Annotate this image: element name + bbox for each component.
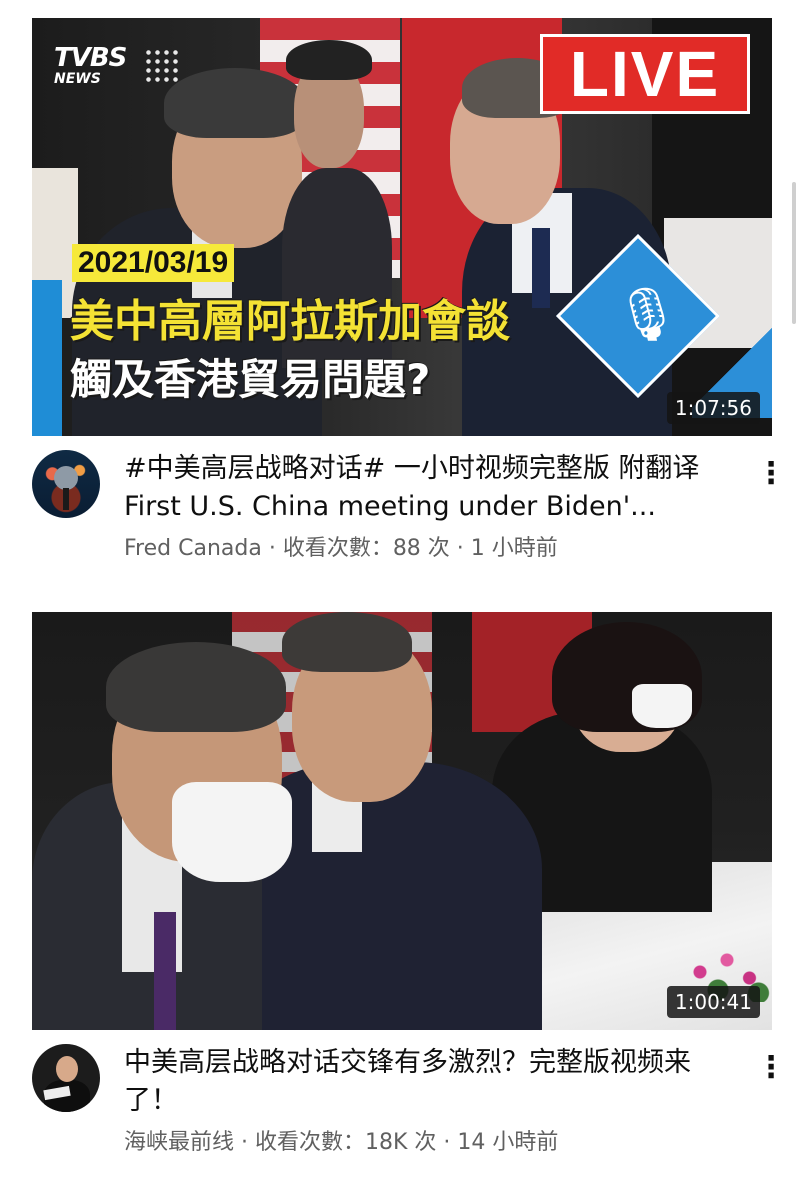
logo-text: TVBS (54, 43, 127, 73)
view-count: 收看次數：88 次 (282, 536, 450, 561)
video-meta: 中美高层战略对话交锋有多激烈？完整版视频来了！ 海峡最前线 · 收看次數：18K… (0, 1044, 802, 1174)
avatar-face (56, 1056, 78, 1082)
channel-name[interactable]: Fred Canada (124, 536, 262, 561)
upload-age: 1 小時前 (470, 536, 558, 561)
logo-dots-icon (144, 48, 182, 86)
duration-badge: 1:00:41 (666, 986, 760, 1018)
live-badge: LIVE (540, 34, 750, 114)
thumbnail-subheadline: 觸及香港貿易問題? (70, 355, 431, 404)
microphone-icon: 🎙 (614, 285, 681, 345)
video-title[interactable]: 中美高层战略对话交锋有多激烈？完整版视频来了！ (124, 1044, 730, 1120)
video-subline: 海峡最前线 · 收看次數：18K 次 · 14 小時前 (124, 1128, 730, 1158)
separator: · (234, 1130, 255, 1155)
channel-name[interactable]: 海峡最前线 (124, 1130, 234, 1155)
date-tag: 2021/03/19 (72, 244, 235, 282)
video-feed: TVBS NEWS LIVE 2021/03/19 🎙 美中高層阿拉斯加會談 觸… (0, 0, 802, 1200)
duration-badge: 1:07:56 (666, 392, 760, 424)
more-options-icon[interactable]: ⋮ (756, 454, 786, 494)
video-title[interactable]: #中美高层战略对话# 一小时视频完整版 附翻译 First U.S. China… (124, 450, 730, 526)
separator: · (436, 1130, 458, 1155)
more-options-icon[interactable]: ⋮ (756, 1048, 786, 1088)
avatar-microphone-stand (63, 488, 69, 510)
avatar-microphone-icon (54, 466, 78, 490)
logo-subtext: NEWS (54, 71, 101, 87)
upload-age: 14 小時前 (457, 1130, 559, 1155)
video-subline: Fred Canada · 收看次數：88 次 · 1 小時前 (124, 534, 730, 564)
separator: · (449, 536, 471, 561)
banner-accent (32, 280, 62, 436)
video-thumbnail[interactable]: 1:00:41 (32, 612, 772, 1030)
view-count: 收看次數：18K 次 (255, 1130, 437, 1155)
video-meta: #中美高层战略对话# 一小时视频完整版 附翻译 First U.S. China… (0, 450, 802, 580)
separator: · (261, 536, 283, 561)
video-thumbnail[interactable]: TVBS NEWS LIVE 2021/03/19 🎙 美中高層阿拉斯加會談 觸… (32, 18, 772, 436)
channel-avatar[interactable] (32, 1044, 100, 1112)
scrollbar[interactable] (792, 182, 796, 324)
tvbs-logo: TVBS NEWS (54, 43, 182, 87)
channel-avatar[interactable] (32, 450, 100, 518)
thumbnail-headline: 美中高層阿拉斯加會談 (70, 296, 510, 347)
